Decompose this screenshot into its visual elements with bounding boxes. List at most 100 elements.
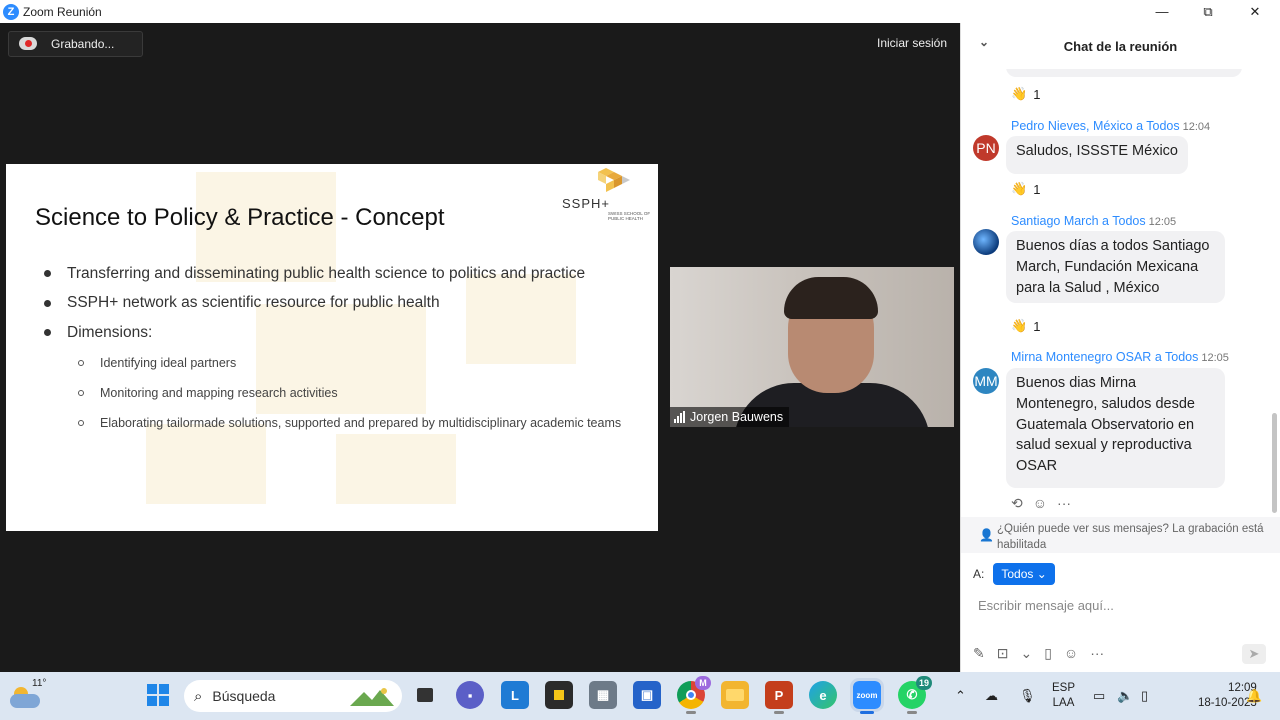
language-indicator[interactable]: ESP LAA (1052, 681, 1075, 711)
minimize-button[interactable]: — (1139, 0, 1185, 23)
watermark-shape (336, 434, 456, 504)
chevron-down-icon[interactable]: ⌄ (1020, 645, 1032, 662)
reaction-count: 1 (1033, 86, 1041, 102)
circle-bullet-icon (78, 390, 84, 396)
l-app-icon[interactable]: L (501, 681, 529, 709)
notification-badge: 19 (915, 676, 932, 690)
reaction[interactable]: 👋 1 (1011, 318, 1040, 334)
close-button[interactable]: ✕ (1232, 0, 1278, 23)
notifications-icon[interactable]: 🔔 (1246, 672, 1262, 720)
wave-emoji-icon: 👋 (1011, 86, 1028, 101)
sub-bullet-text: Identifying ideal partners (100, 356, 237, 370)
more-icon[interactable]: ··· (1090, 645, 1104, 662)
battery-icon[interactable]: ▯ (1141, 672, 1148, 720)
running-indicator (907, 711, 917, 714)
taskbar: 11° ⌕ Búsqueda ▪ L ▦ ▣ M P e zoom ✆ 19 ⌃… (0, 672, 1280, 720)
avatar (973, 229, 999, 255)
profile-badge: M (695, 676, 711, 690)
network-off-icon[interactable]: ☁ (985, 672, 998, 720)
reaction[interactable]: 👋 1 (1011, 86, 1040, 102)
chat-header: ⌄ Chat de la reunión (961, 23, 1280, 69)
start-icon[interactable] (144, 681, 172, 709)
bullet-dot-icon (44, 329, 51, 337)
microphone-icon[interactable]: 🎙 (1019, 672, 1036, 720)
collapse-chevron-icon[interactable]: ⌄ (979, 35, 989, 49)
message-header: Mirna Montenegro OSAR a Todos 12:05 (1011, 350, 1229, 364)
sub-bullet-text: Monitoring and mapping research activiti… (100, 386, 338, 400)
chat-input[interactable]: Escribir mensaje aquí... (978, 598, 1114, 613)
recipient: a Todos (1136, 119, 1180, 133)
sub-bullet-item: Identifying ideal partners (78, 356, 236, 370)
running-indicator (774, 711, 784, 714)
restore-button[interactable]: ⧉ (1185, 0, 1231, 23)
message-bubble (1006, 69, 1242, 77)
sub-bullet-item: Elaborating tailormade solutions, suppor… (78, 416, 621, 430)
zoom-logo-icon: Z (3, 3, 19, 20)
running-indicator (686, 711, 696, 714)
chat-title: Chat de la reunión (1063, 38, 1178, 54)
sticky-app-icon[interactable] (545, 681, 573, 709)
weather-widget[interactable]: 11° (10, 678, 46, 714)
sub-bullet-text: Elaborating tailormade solutions, suppor… (100, 416, 622, 430)
recipient: a Todos (1102, 214, 1146, 228)
ssph-logo-subtitle: SWISS SCHOOL OF PUBLIC HEALTH (608, 211, 651, 221)
powerpoint-icon[interactable]: P (765, 681, 793, 714)
recipient-value: Todos (1001, 567, 1034, 581)
file-icon[interactable]: ▯ (1044, 645, 1052, 662)
more-icon[interactable]: ··· (1057, 495, 1071, 509)
bullet-text: Dimensions: (67, 323, 153, 341)
teams-chat-icon[interactable]: ▪ (456, 681, 484, 709)
tray-chevron-icon[interactable]: ⌃ (955, 672, 966, 720)
reaction[interactable]: 👋 1 (1011, 181, 1040, 197)
running-indicator (860, 711, 874, 714)
message-header: Santiago March a Todos 12:05 (1011, 214, 1176, 228)
bullet-dot-icon (44, 299, 51, 307)
message-bubble: Saludos, ISSSTE México (1006, 136, 1188, 174)
recipient: a Todos (1154, 350, 1199, 364)
emoji-icon[interactable]: ☺ (1064, 645, 1078, 662)
to-label: A: (973, 567, 985, 581)
cloud-record-icon (19, 35, 37, 53)
notice-text: ¿Quién puede ver sus mensajes? La grabac… (997, 523, 1264, 551)
zoom-icon[interactable]: zoom (850, 678, 884, 714)
taskbar-search[interactable]: ⌕ Búsqueda (184, 680, 402, 712)
screenshot-icon[interactable]: ⊡ (997, 645, 1009, 662)
send-button[interactable]: ➤ (1242, 644, 1266, 664)
participant-video[interactable]: Jorgen Bauwens (670, 267, 954, 427)
avatar: PN (973, 135, 999, 161)
keyboard-layout: LAA (1052, 697, 1075, 709)
participant-name-tag: Jorgen Bauwens (670, 407, 790, 427)
display-icon[interactable]: ▭ (1093, 672, 1105, 720)
bullet-item: Transferring and disseminating public he… (44, 259, 585, 289)
slide-bullets: Transferring and disseminating public he… (44, 259, 585, 348)
whatsapp-icon[interactable]: ✆ 19 (898, 676, 932, 714)
store-icon[interactable]: ▣ (633, 681, 661, 709)
watermark-shape (146, 424, 266, 504)
reply-icon[interactable]: ⟲ (1011, 495, 1023, 509)
recording-label: Grabando... (51, 37, 115, 51)
file-explorer-icon[interactable] (721, 681, 749, 709)
reaction-count: 1 (1033, 181, 1041, 197)
format-text-icon[interactable]: ✎ (973, 645, 985, 662)
message-time: 12:05 (1201, 352, 1229, 364)
sender-name: Mirna Montenegro OSAR (1011, 350, 1152, 364)
add-reaction-icon[interactable]: ☺ (1033, 495, 1047, 509)
cloud-icon (10, 694, 40, 708)
ssph-logo: SSPH+ SWISS SCHOOL OF PUBLIC HEALTH (562, 166, 658, 224)
recording-indicator[interactable]: Grabando... (8, 31, 143, 57)
signin-button[interactable]: Iniciar sesión (870, 33, 954, 53)
title-bar: Z Zoom Reunión — ⧉ ✕ (0, 0, 1280, 23)
chat-messages[interactable]: 👋 1 Pedro Nieves, México a Todos 12:04 PN … (961, 69, 1271, 509)
chat-scrollbar[interactable] (1272, 413, 1277, 513)
chrome-icon[interactable]: M (677, 676, 711, 714)
avatar: MM (973, 368, 999, 394)
calculator-icon[interactable]: ▦ (589, 681, 617, 709)
participant-name: Jorgen Bauwens (690, 410, 784, 424)
task-view-icon[interactable] (411, 681, 439, 709)
chat-panel: ⌄ Chat de la reunión 👋 1 Pedro Nieves, Mé… (960, 23, 1280, 672)
edge-icon[interactable]: e (809, 681, 837, 709)
recipient-dropdown[interactable]: Todos ⌄ (993, 563, 1055, 585)
landscape-icon (350, 686, 394, 706)
cube-logo-icon (598, 168, 630, 192)
volume-icon[interactable]: 🔈 (1117, 672, 1133, 720)
